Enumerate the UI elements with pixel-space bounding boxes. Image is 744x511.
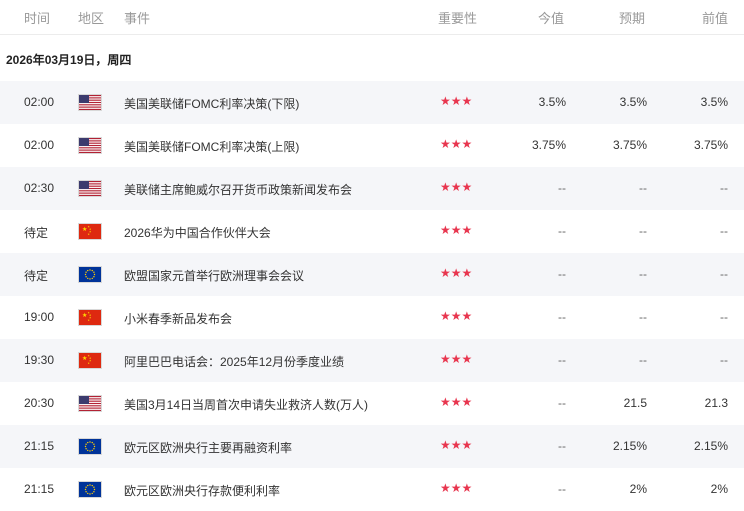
event-time: 19:30 [24, 353, 55, 367]
cn-flag-icon: ★ ★ ★ ★ ★ [78, 352, 102, 369]
actual-value: -- [558, 353, 566, 367]
event-time: 19:00 [24, 310, 55, 324]
event-title[interactable]: 欧元区欧洲央行主要再融资利率 [124, 439, 292, 456]
eu-flag-icon [78, 438, 102, 455]
forecast-value: -- [639, 224, 647, 238]
event-time: 02:00 [24, 138, 55, 152]
actual-value: 3.75% [531, 138, 566, 152]
event-title[interactable]: 美国美联储FOMC利率决策(下限) [124, 95, 299, 112]
actual-value: -- [558, 181, 566, 195]
importance-stars-icon: ★★★ [440, 309, 473, 323]
event-time: 待定 [24, 226, 49, 240]
header-importance[interactable]: 重要性 [438, 8, 477, 27]
header-time: 时间 [24, 11, 51, 26]
forecast-value: -- [639, 353, 647, 367]
event-title[interactable]: 美联储主席鲍威尔召开货币政策新闻发布会 [124, 181, 352, 198]
header-actual: 今值 [537, 11, 564, 26]
event-time: 02:30 [24, 181, 55, 195]
table-row[interactable]: 19:00 ★ ★ ★ ★ ★ 小米春季新品发布会 ★★★ -- -- -- [0, 296, 744, 339]
forecast-value: -- [639, 267, 647, 281]
table-header: 时间 地区 事件 重要性 今值 预期 前值 [0, 0, 744, 35]
event-title[interactable]: 2026华为中国合作伙伴大会 [124, 224, 271, 241]
us-flag-icon [78, 137, 102, 154]
table-row[interactable]: 02:00 美国美联储FOMC利率决策(上限) ★★★ 3.75% 3.75% 3.75% [0, 124, 744, 167]
previous-value: 2% [710, 482, 728, 496]
importance-stars-icon: ★★★ [440, 266, 473, 280]
event-title[interactable]: 美国美联储FOMC利率决策(上限) [124, 138, 299, 155]
importance-stars-icon: ★★★ [440, 223, 473, 237]
importance-stars-icon: ★★★ [440, 94, 473, 108]
importance-stars-icon: ★★★ [440, 481, 473, 495]
previous-value: 2.15% [693, 439, 728, 453]
table-row[interactable]: 21:15 欧元区欧洲央行主要再融资利率 ★★★ -- 2.15% 2.15% [0, 425, 744, 468]
importance-stars-icon: ★★★ [440, 180, 473, 194]
importance-stars-icon: ★★★ [440, 438, 473, 452]
us-flag-icon [78, 180, 102, 197]
table-row[interactable]: 02:00 美国美联储FOMC利率决策(下限) ★★★ 3.5% 3.5% 3.5% [0, 81, 744, 124]
actual-value: -- [558, 224, 566, 238]
actual-value: -- [558, 396, 566, 410]
date-group-header: 2026年03月19日，周四 [0, 34, 744, 80]
actual-value: -- [558, 439, 566, 453]
previous-value: -- [720, 353, 728, 367]
event-time: 21:15 [24, 439, 55, 453]
forecast-value: 21.5 [623, 396, 647, 410]
actual-value: 3.5% [538, 95, 566, 109]
forecast-value: 2% [629, 482, 647, 496]
header-event: 事件 [124, 11, 151, 26]
event-time: 02:00 [24, 95, 55, 109]
forecast-value: 2.15% [612, 439, 647, 453]
event-list: 02:00 美国美联储FOMC利率决策(下限) ★★★ 3.5% 3.5% 3.5% 02:… [0, 81, 744, 511]
previous-value: 21.3 [704, 396, 728, 410]
date-label: 2026年03月19日，周四 [6, 53, 132, 67]
importance-stars-icon: ★★★ [440, 352, 473, 366]
event-title[interactable]: 欧元区欧洲央行存款便利利率 [124, 482, 280, 499]
table-row[interactable]: 待定 欧盟国家元首举行欧洲理事会会议 ★★★ -- -- -- [0, 253, 744, 296]
eu-flag-icon [78, 266, 102, 283]
forecast-value: 3.5% [619, 95, 647, 109]
actual-value: -- [558, 310, 566, 324]
importance-stars-icon: ★★★ [440, 395, 473, 409]
table-row[interactable]: 21:15 欧元区欧洲央行存款便利利率 ★★★ -- 2% 2% [0, 468, 744, 511]
event-time: 20:30 [24, 396, 55, 410]
forecast-value: -- [639, 181, 647, 195]
forecast-value: -- [639, 310, 647, 324]
previous-value: -- [720, 224, 728, 238]
event-title[interactable]: 欧盟国家元首举行欧洲理事会会议 [124, 267, 304, 284]
table-row[interactable]: 20:30 美国3月14日当周首次申请失业救济人数(万人) ★★★ -- 21.5 21.… [0, 382, 744, 425]
header-region: 地区 [78, 11, 105, 26]
event-time: 21:15 [24, 482, 55, 496]
previous-value: 3.75% [693, 138, 728, 152]
previous-value: -- [720, 267, 728, 281]
previous-value: 3.5% [700, 95, 728, 109]
actual-value: -- [558, 482, 566, 496]
table-row[interactable]: 待定 ★ ★ ★ ★ ★ 2026华为中国合作伙伴大会 ★★★ -- -- -- [0, 210, 744, 253]
previous-value: -- [720, 310, 728, 324]
previous-value: -- [720, 181, 728, 195]
eu-flag-icon [78, 481, 102, 498]
header-forecast: 预期 [618, 11, 645, 26]
us-flag-icon [78, 395, 102, 412]
forecast-value: 3.75% [612, 138, 647, 152]
table-row[interactable]: 19:30 ★ ★ ★ ★ ★ 阿里巴巴电话会：2025年12月份季度业绩 ★★★ -- -- -- [0, 339, 744, 382]
importance-stars-icon: ★★★ [440, 137, 473, 151]
event-title[interactable]: 小米春季新品发布会 [124, 310, 232, 327]
us-flag-icon [78, 94, 102, 111]
cn-flag-icon: ★ ★ ★ ★ ★ [78, 223, 102, 240]
header-previous: 前值 [701, 11, 728, 26]
event-time: 待定 [24, 269, 49, 283]
event-title[interactable]: 阿里巴巴电话会：2025年12月份季度业绩 [124, 353, 344, 370]
cn-flag-icon: ★ ★ ★ ★ ★ [78, 309, 102, 326]
actual-value: -- [558, 267, 566, 281]
event-title[interactable]: 美国3月14日当周首次申请失业救济人数(万人) [124, 396, 368, 413]
table-row[interactable]: 02:30 美联储主席鲍威尔召开货币政策新闻发布会 ★★★ -- -- -- [0, 167, 744, 210]
